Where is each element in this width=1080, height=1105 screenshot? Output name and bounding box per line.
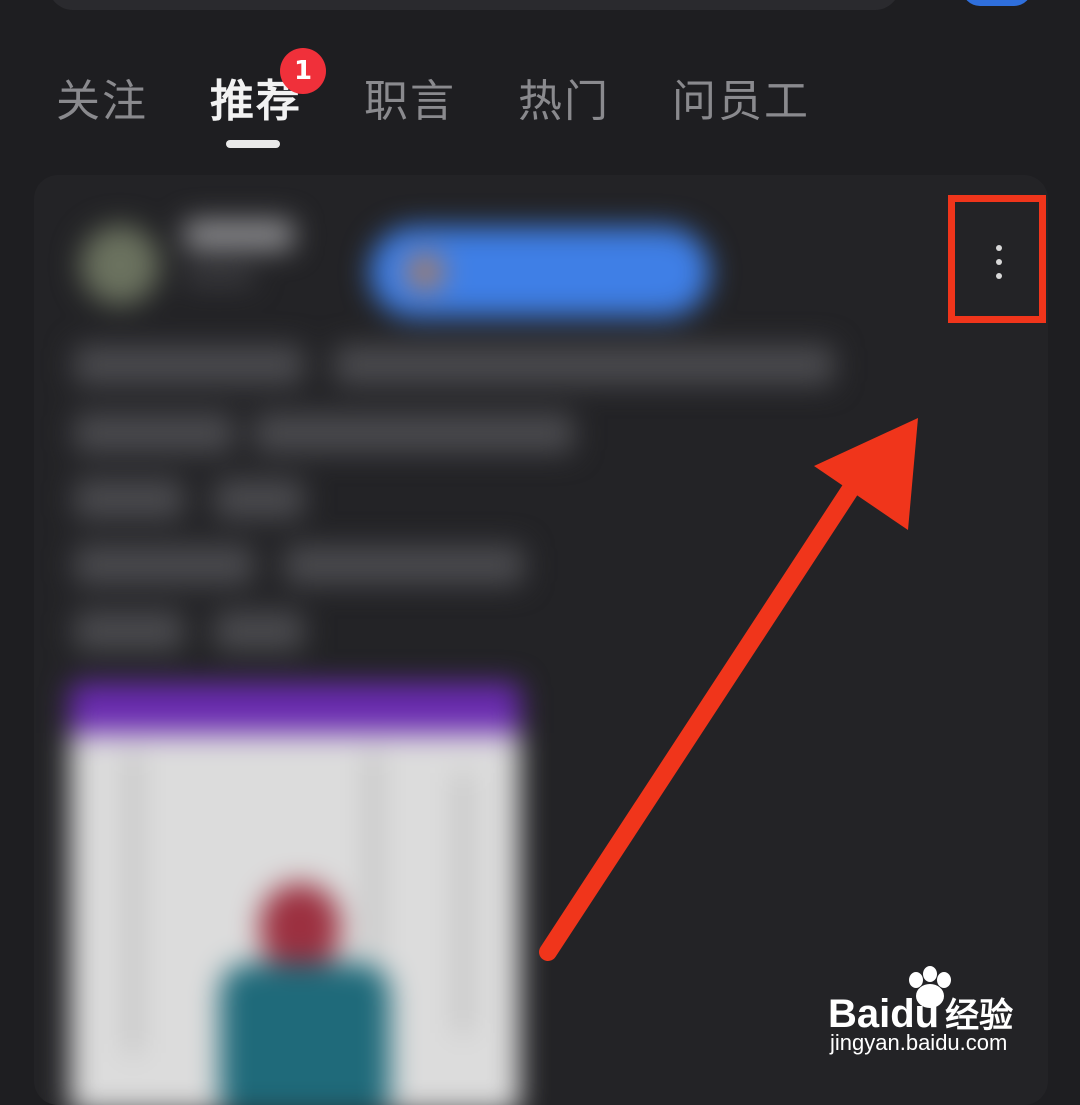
text-line (214, 611, 304, 651)
watermark-url: jingyan.baidu.com (830, 1030, 1008, 1055)
text-line (214, 479, 304, 519)
tab-hot[interactable]: 热门 (518, 72, 610, 132)
text-line (284, 545, 524, 585)
avatar[interactable] (80, 225, 160, 305)
tab-ask-employees[interactable]: 问员工 (672, 72, 810, 132)
more-options-button[interactable] (948, 195, 1046, 323)
image-figure-head (260, 883, 340, 973)
search-bar[interactable] (48, 0, 900, 10)
text-line (334, 345, 834, 385)
text-line (74, 545, 254, 585)
tab-workplace-talk[interactable]: 职言 (364, 72, 456, 132)
text-line (74, 413, 234, 453)
user-subtitle-placeholder (184, 267, 254, 285)
image-detail (370, 753, 376, 953)
active-tab-indicator (226, 140, 280, 148)
text-line (254, 413, 574, 453)
username-placeholder (184, 220, 294, 250)
search-button[interactable] (962, 0, 1032, 6)
tab-bar: 关注 推荐 职言 热门 问员工 (0, 62, 1080, 152)
follow-avatar-icon (406, 253, 444, 291)
image-detail (130, 753, 136, 1053)
image-banner (70, 683, 520, 733)
text-line (74, 611, 184, 651)
post-image[interactable] (70, 683, 520, 1105)
text-line (74, 345, 304, 385)
image-detail (460, 773, 466, 1033)
notification-badge: 1 (280, 48, 326, 94)
tab-follow[interactable]: 关注 (56, 72, 148, 132)
text-line (74, 479, 184, 519)
image-figure-body (220, 963, 390, 1105)
baidu-jingyan-watermark: Baidu 经验 jingyan.baidu.com (828, 966, 1028, 1056)
